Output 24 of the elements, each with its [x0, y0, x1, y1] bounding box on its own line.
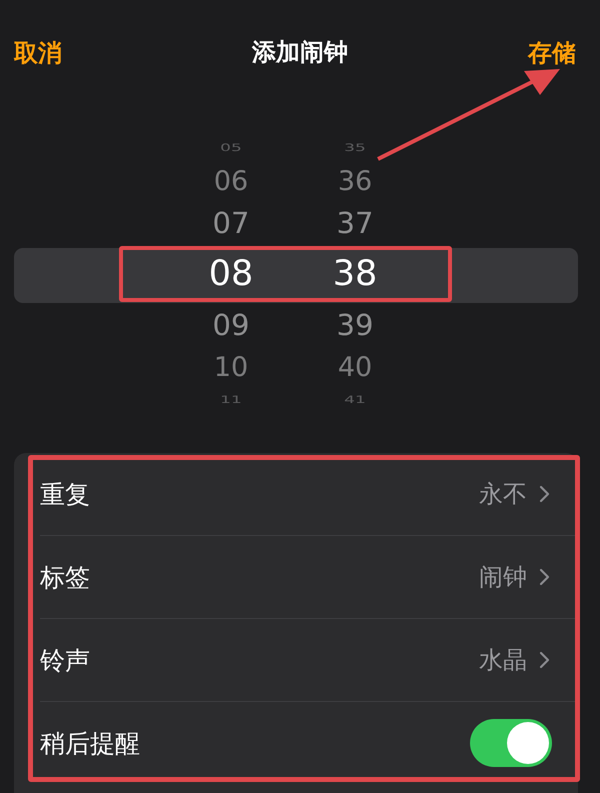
setting-value[interactable]: 水晶	[479, 644, 527, 676]
setting-label: 标签	[40, 562, 91, 594]
picker-value[interactable]: 07	[212, 202, 250, 244]
picker-value[interactable]: 39	[336, 304, 374, 346]
cancel-button[interactable]: 取消	[14, 37, 62, 69]
setting-label: 稍后提醒	[40, 728, 141, 760]
setting-value[interactable]: 闹钟	[479, 561, 527, 593]
picker-value[interactable]: 08	[208, 251, 254, 297]
screen-title: 添加闹钟	[252, 37, 348, 68]
picker-value[interactable]: 10	[214, 346, 248, 388]
save-button[interactable]: 存储	[528, 37, 576, 69]
picker-value[interactable]: 36	[338, 160, 372, 202]
picker-value[interactable]: 37	[336, 202, 374, 244]
setting-value[interactable]: 永不	[479, 478, 527, 510]
chevron-icon	[539, 485, 550, 503]
picker-value[interactable]: 38	[332, 251, 378, 297]
toggle-switch[interactable]	[470, 719, 552, 767]
chevron-icon	[539, 568, 550, 586]
picker-value[interactable]: 40	[338, 346, 372, 388]
picker-value[interactable]: 06	[214, 160, 248, 202]
picker-value[interactable]: 09	[212, 304, 250, 346]
setting-label: 重复	[40, 478, 91, 510]
chevron-icon	[539, 651, 550, 669]
setting-label: 铃声	[40, 644, 91, 676]
